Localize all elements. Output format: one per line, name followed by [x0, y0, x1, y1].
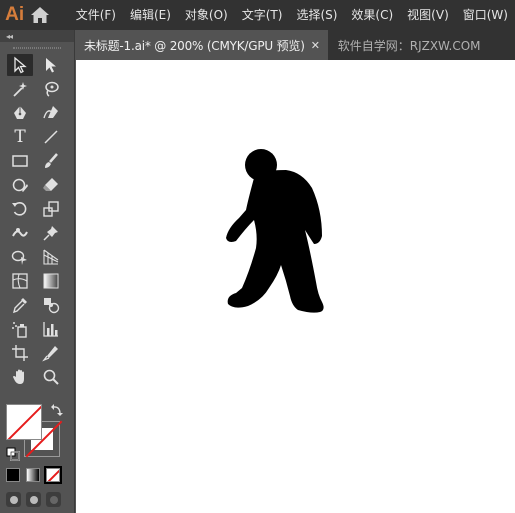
scale-tool[interactable]	[38, 198, 64, 220]
document-tab-title: 未标题-1.ai* @ 200% (CMYK/GPU 预览)	[84, 38, 305, 53]
home-icon	[31, 7, 50, 23]
draw-normal-icon	[9, 495, 18, 504]
curvature-pen-icon	[43, 106, 58, 119]
rotate-tool[interactable]	[7, 198, 33, 220]
artboard-canvas[interactable]	[76, 60, 515, 513]
slice-knife-icon	[42, 346, 58, 362]
menu-type[interactable]: 文字(T)	[235, 0, 290, 30]
menu-bar: Ai 文件(F) 编辑(E) 对象(O) 文字(T) 选择(S) 效果(C) 视…	[0, 0, 515, 30]
tools-panel: ◂◂ T	[0, 30, 75, 513]
pushpin-icon	[43, 226, 58, 241]
draw-inside-icon	[49, 495, 58, 504]
eyedropper-tool[interactable]	[7, 294, 33, 316]
magic-wand-tool[interactable]	[7, 78, 33, 100]
rotate-icon	[12, 202, 27, 216]
fill-stroke-control	[4, 403, 68, 465]
artboard-icon	[12, 345, 28, 361]
blend-icon	[44, 298, 60, 314]
lasso-tool[interactable]	[38, 78, 64, 100]
watermark-text: 软件自学网：RJZXW.COM	[337, 38, 481, 53]
document-tab-bar: 未标题-1.ai* @ 200% (CMYK/GPU 预览) ✕ 软件自学网：R…	[76, 30, 515, 60]
column-graph-tool[interactable]	[38, 318, 64, 340]
eraser-icon	[43, 178, 58, 191]
default-fill-stroke-icon[interactable]	[6, 447, 20, 461]
lasso-icon	[45, 81, 59, 97]
menu-view[interactable]: 视图(V)	[400, 0, 456, 30]
shape-builder-icon	[11, 250, 27, 265]
mesh-tool[interactable]	[7, 270, 33, 292]
app-logo: Ai	[5, 4, 25, 25]
line-segment-icon	[44, 130, 58, 144]
hand-tool[interactable]	[7, 366, 33, 388]
rectangle-tool[interactable]	[7, 150, 33, 172]
curvature-tool[interactable]	[38, 102, 64, 124]
puppet-warp-tool[interactable]	[38, 222, 64, 244]
menu-effect[interactable]: 效果(C)	[344, 0, 400, 30]
artboard-tool[interactable]	[7, 342, 33, 364]
walking-figure-shape[interactable]	[76, 60, 515, 513]
pen-tool[interactable]	[7, 102, 33, 124]
menu-window[interactable]: 窗口(W)	[456, 0, 515, 30]
symbol-sprayer-icon	[12, 322, 27, 338]
symbol-sprayer-tool[interactable]	[7, 318, 33, 340]
paintbrush-icon	[45, 153, 58, 168]
gradient-icon	[43, 273, 59, 289]
close-tab-icon[interactable]: ✕	[311, 39, 320, 52]
shaper-icon	[12, 178, 28, 192]
draw-inside-button[interactable]	[46, 492, 61, 507]
none-mode-button[interactable]	[44, 466, 62, 484]
selection-tool[interactable]	[7, 54, 33, 76]
menu-select[interactable]: 选择(S)	[289, 0, 344, 30]
shape-builder-tool[interactable]	[7, 246, 33, 268]
none-slash	[7, 405, 41, 439]
direct-selection-tool[interactable]	[38, 54, 64, 76]
menu-object[interactable]: 对象(O)	[178, 0, 235, 30]
menu-file[interactable]: 文件(F)	[69, 0, 123, 30]
draw-normal-button[interactable]	[6, 492, 21, 507]
type-t-icon: T	[14, 127, 26, 147]
fill-swatch[interactable]	[6, 404, 42, 440]
gradient-tool[interactable]	[38, 270, 64, 292]
type-tool[interactable]: T	[7, 126, 33, 148]
document-tab[interactable]: 未标题-1.ai* @ 200% (CMYK/GPU 预览) ✕	[76, 30, 328, 60]
swap-fill-stroke-icon[interactable]	[50, 403, 64, 417]
draw-behind-icon	[29, 495, 38, 504]
hand-icon	[13, 369, 24, 384]
mesh-icon	[12, 273, 28, 289]
panel-grip[interactable]	[0, 42, 74, 54]
figure-body[interactable]	[226, 170, 324, 313]
color-mode-button[interactable]	[6, 468, 20, 482]
eraser-tool[interactable]	[38, 174, 64, 196]
slice-tool[interactable]	[38, 342, 64, 364]
warp-icon	[12, 228, 28, 237]
magnifier-icon	[43, 369, 59, 385]
eyedropper-icon	[13, 298, 27, 314]
rectangle-icon	[12, 155, 28, 167]
selection-arrow-icon	[14, 56, 27, 74]
direct-selection-arrow-icon	[46, 58, 56, 73]
pen-nib-icon	[14, 106, 26, 119]
perspective-grid-tool[interactable]	[38, 246, 64, 268]
paintbrush-tool[interactable]	[38, 150, 64, 172]
home-button[interactable]	[27, 0, 52, 30]
menu-edit[interactable]: 编辑(E)	[123, 0, 178, 30]
blend-tool[interactable]	[38, 294, 64, 316]
column-graph-icon	[43, 322, 58, 337]
zoom-tool[interactable]	[38, 366, 64, 388]
magic-wand-icon	[13, 82, 27, 97]
perspective-grid-icon	[43, 249, 59, 265]
gradient-mode-button[interactable]	[26, 468, 40, 482]
shaper-tool[interactable]	[7, 174, 33, 196]
panel-collapse-button[interactable]: ◂◂	[0, 30, 74, 42]
warp-tool[interactable]	[7, 222, 33, 244]
draw-mode-group	[6, 492, 61, 507]
color-mode-group	[6, 466, 62, 484]
scale-icon	[43, 201, 59, 217]
line-segment-tool[interactable]	[38, 126, 64, 148]
draw-behind-button[interactable]	[26, 492, 41, 507]
